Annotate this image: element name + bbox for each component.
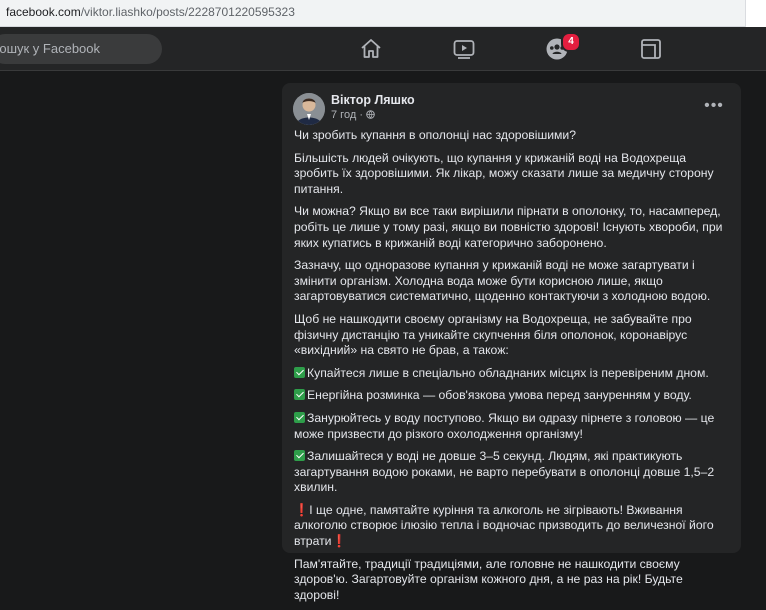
exclamation-icon: ❗	[294, 502, 310, 517]
tip-text: Занурюйтесь у воду поступово. Якщо ви од…	[294, 410, 715, 441]
author-avatar[interactable]	[293, 93, 325, 125]
post-paragraph: Пам'ятайте, традиції традиціями, але гол…	[294, 556, 683, 602]
search-placeholder: Пошук у Facebook	[0, 41, 101, 56]
browser-toolbar-edge	[745, 0, 766, 27]
facebook-top-nav: Пошук у Facebook 4	[0, 27, 766, 71]
warning-text: І ще одне, памятайте куріння та алкоголь…	[294, 502, 714, 549]
url-domain: facebook.com	[6, 5, 81, 19]
post-paragraph: Більшість людей очікують, що купання у к…	[294, 150, 714, 196]
check-mark-icon	[294, 366, 305, 378]
search-input[interactable]: Пошук у Facebook	[0, 34, 162, 64]
globe-icon	[366, 110, 375, 119]
check-mark-icon	[294, 411, 305, 423]
tip-text: Купайтеся лише в спеціально обладнаних м…	[307, 365, 709, 380]
post-card: Віктор Ляшко 7 год · ••• Чи зробить купа…	[282, 83, 741, 602]
post-time[interactable]: 7 год	[331, 109, 356, 121]
tip-item: Енергійна розминка — обов'язкова умова п…	[294, 388, 724, 404]
browser-address-bar[interactable]: facebook.com/viktor.liashko/posts/222870…	[0, 0, 766, 27]
notification-badge: 4	[561, 32, 581, 52]
tip-item: Купайтеся лише в спеціально обладнаних м…	[294, 366, 724, 382]
home-icon[interactable]	[359, 37, 383, 61]
tip-text: Енергійна розминка — обов'язкова умова п…	[307, 388, 692, 403]
post-meta: 7 год ·	[331, 109, 375, 121]
warning-paragraph: ❗І ще одне, памятайте куріння та алкогол…	[294, 503, 724, 550]
check-mark-icon	[294, 450, 305, 462]
post-options-button[interactable]: •••	[701, 93, 727, 119]
gaming-icon[interactable]	[639, 37, 663, 61]
tip-item: Залишайтеся у воді не довше 3–5 секунд. …	[294, 449, 724, 496]
meta-separator: ·	[359, 109, 363, 121]
post-paragraph: Зазначу, що одноразове купання у крижані…	[294, 258, 711, 304]
post-author-name[interactable]: Віктор Ляшко	[331, 93, 415, 107]
tip-text: Залишайтеся у воді не довше 3–5 секунд. …	[294, 449, 715, 495]
check-mark-icon	[294, 389, 305, 401]
post-paragraph: Щоб не нашкодити своєму організму на Вод…	[294, 311, 692, 358]
exclamation-icon: ❗	[331, 534, 347, 549]
watch-video-icon[interactable]	[452, 37, 476, 61]
tip-item: Занурюйтесь у воду поступово. Якщо ви од…	[294, 411, 724, 442]
post-paragraph: Чи зробить купання в ополонці нас здоров…	[294, 128, 577, 142]
url-path: /viktor.liashko/posts/2228701220595323	[80, 5, 295, 19]
post-paragraph: Чи можна? Якщо ви все таки вирішили пірн…	[294, 204, 723, 250]
author-photo-icon	[293, 93, 325, 125]
